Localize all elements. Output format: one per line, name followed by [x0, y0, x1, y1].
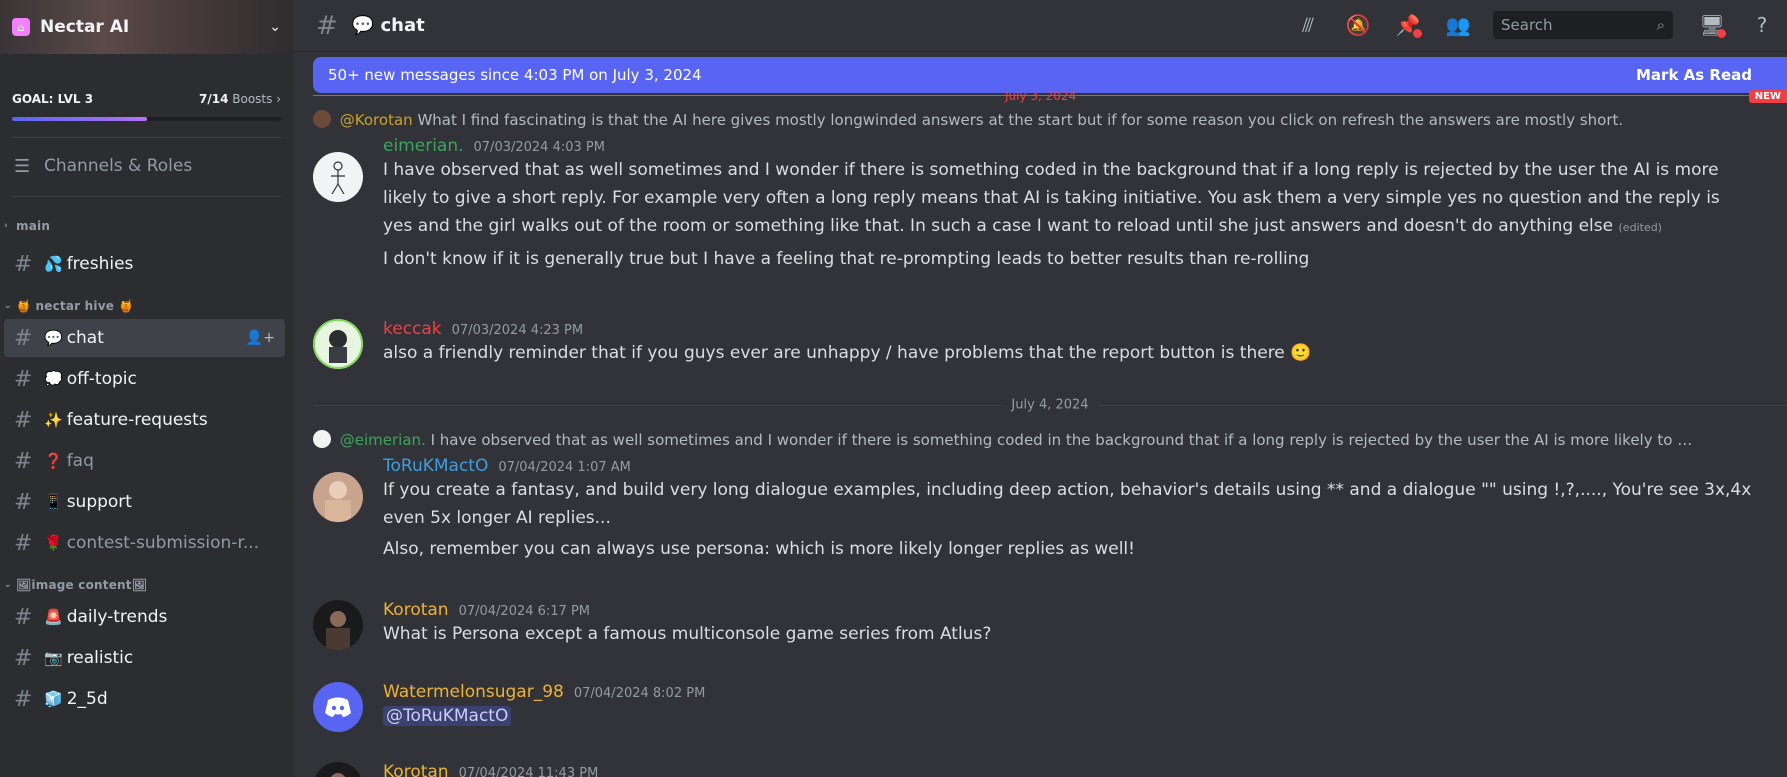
hash-icon: #	[14, 530, 33, 556]
members-icon[interactable]: 👥	[1441, 8, 1475, 42]
list-icon: ☰	[14, 155, 31, 177]
help-icon[interactable]: ?	[1745, 8, 1779, 42]
avatar[interactable]	[313, 472, 363, 522]
channel-daily-trends[interactable]: # 🚨 daily-trends	[4, 598, 285, 636]
channel-support[interactable]: # 📱 support	[4, 483, 285, 521]
category-nectar-hive[interactable]: ⌄ 🍯 nectar hive 🍯	[0, 295, 293, 317]
message-item: Korotan 07/04/2024 11:43 PM	[313, 762, 1753, 777]
new-messages-text: 50+ new messages since 4:03 PM on July 3…	[328, 66, 702, 84]
message-content: I have observed that as well sometimes a…	[383, 160, 1720, 236]
goal-title: GOAL: LVL 3	[12, 92, 94, 106]
server-name: Nectar AI	[40, 17, 130, 37]
hash-icon: #	[14, 604, 33, 630]
message-author[interactable]: Korotan	[383, 600, 449, 620]
notification-bell-muted-icon[interactable]: 🔕	[1341, 8, 1375, 42]
goal-count: 7/14 Boosts ›	[198, 92, 281, 106]
new-messages-banner[interactable]: 50+ new messages since 4:03 PM on July 3…	[313, 57, 1787, 93]
message-item: @Korotan What I find fascinating is that…	[313, 110, 1753, 273]
message-content: also a friendly reminder that if you guy…	[383, 343, 1312, 363]
hash-icon: #	[14, 407, 33, 433]
channel-freshies[interactable]: # 💦 freshies	[4, 245, 285, 283]
hash-icon: #	[14, 489, 33, 515]
channel-chat[interactable]: # 💬 chat 👤+	[4, 319, 285, 357]
avatar[interactable]	[313, 600, 363, 650]
discord-logo-icon[interactable]	[313, 682, 363, 732]
message-item: Watermelonsugar_98 07/04/2024 8:02 PM @T…	[313, 682, 1753, 732]
message-item: Korotan 07/04/2024 6:17 PM What is Perso…	[313, 600, 1753, 650]
inbox-icon[interactable]: 🖥	[1695, 8, 1729, 42]
category-main[interactable]: › main	[0, 215, 293, 237]
message-author[interactable]: Watermelonsugar_98	[383, 682, 564, 702]
message-timestamp: 07/03/2024 4:23 PM	[451, 323, 584, 338]
hash-icon: #	[14, 686, 33, 712]
message-content: What is Persona except a famous multicon…	[383, 624, 992, 644]
channel-topbar: # 💬 chat ⫻ 🔕 📌 👥 Search ⌕ 🖥 ?	[293, 0, 1787, 52]
pin-icon[interactable]: 📌	[1391, 8, 1425, 42]
channel-2-5d[interactable]: # 🧊 2_5d	[4, 680, 285, 718]
search-input[interactable]: Search ⌕	[1493, 11, 1673, 39]
hash-icon: #	[14, 366, 33, 392]
server-header[interactable]: ⌂ Nectar AI ⌄	[0, 0, 293, 54]
user-mention[interactable]: @ToRuKMactO	[383, 706, 512, 726]
message-timestamp: 07/03/2024 4:03 PM	[473, 140, 605, 155]
channel-feature-requests[interactable]: # ✨ feature-requests	[4, 401, 285, 439]
message-timestamp: 07/04/2024 8:02 PM	[573, 686, 706, 701]
channel-realistic[interactable]: # 📷 realistic	[4, 639, 285, 677]
boost-goal[interactable]: GOAL: LVL 3 7/14 Boosts ›	[0, 54, 293, 121]
category-image-content[interactable]: ⌄ 🖼image content🖼	[0, 574, 293, 596]
message-item: @eimerian. I have observed that as well …	[313, 430, 1753, 563]
message-author[interactable]: keccak	[383, 319, 442, 339]
message-timestamp: 07/04/2024 11:43 PM	[458, 766, 599, 777]
message-content: Also, remember you can always use person…	[383, 539, 1135, 559]
add-user-icon[interactable]: 👤+	[246, 330, 275, 346]
channels-roles-link[interactable]: ☰ Channels & Roles	[0, 144, 293, 188]
message-content: I don't know if it is generally true but…	[383, 249, 1310, 269]
divider-date: July 3, 2024	[1005, 89, 1077, 103]
server-icon: ⌂	[12, 18, 30, 36]
hash-icon: #	[14, 448, 33, 474]
message-content: If you create a fantasy, and build very …	[383, 480, 1752, 528]
hash-icon: #	[14, 251, 33, 277]
hash-icon: #	[14, 645, 33, 671]
channel-sidebar: ⌂ Nectar AI ⌄ GOAL: LVL 3 7/14 Boosts › …	[0, 0, 293, 777]
avatar[interactable]	[313, 319, 363, 369]
channel-contest-submission[interactable]: # 🌹 contest-submission-r...	[4, 524, 285, 562]
message-author[interactable]: Korotan	[383, 762, 449, 777]
new-badge: NEW	[1748, 90, 1787, 103]
threads-icon[interactable]: ⫻	[1291, 8, 1325, 42]
channel-title: 💬 chat	[351, 15, 425, 36]
channel-faq[interactable]: # ❓ faq	[4, 442, 285, 480]
message-item: keccak 07/03/2024 4:23 PM also a friendl…	[313, 319, 1753, 369]
goal-progress-bar	[12, 117, 281, 121]
message-timestamp: 07/04/2024 6:17 PM	[458, 604, 591, 619]
reply-preview[interactable]: @Korotan What I find fascinating is that…	[313, 110, 1693, 129]
message-timestamp: 07/04/2024 1:07 AM	[498, 460, 631, 475]
reply-avatar	[313, 110, 331, 128]
avatar[interactable]	[313, 152, 363, 202]
reply-avatar	[313, 430, 331, 448]
reply-preview[interactable]: @eimerian. I have observed that as well …	[313, 430, 1693, 449]
chevron-down-icon[interactable]: ⌄	[269, 19, 281, 35]
message-author[interactable]: ToRuKMactO	[383, 456, 488, 476]
mark-as-read-button[interactable]: Mark As Read	[1636, 66, 1752, 84]
message-content: @ToRuKMactO	[383, 702, 1753, 730]
message-author[interactable]: eimerian.	[383, 136, 464, 156]
hash-icon: #	[316, 10, 338, 41]
channel-off-topic[interactable]: # 💭 off-topic	[4, 360, 285, 398]
date-divider: July 4, 2024	[313, 397, 1787, 413]
search-icon: ⌕	[1656, 16, 1665, 34]
chat-main: # 💬 chat ⫻ 🔕 📌 👥 Search ⌕ 🖥 ? 50+ new me…	[293, 0, 1787, 777]
avatar[interactable]	[313, 762, 363, 777]
hash-icon: #	[14, 325, 33, 351]
